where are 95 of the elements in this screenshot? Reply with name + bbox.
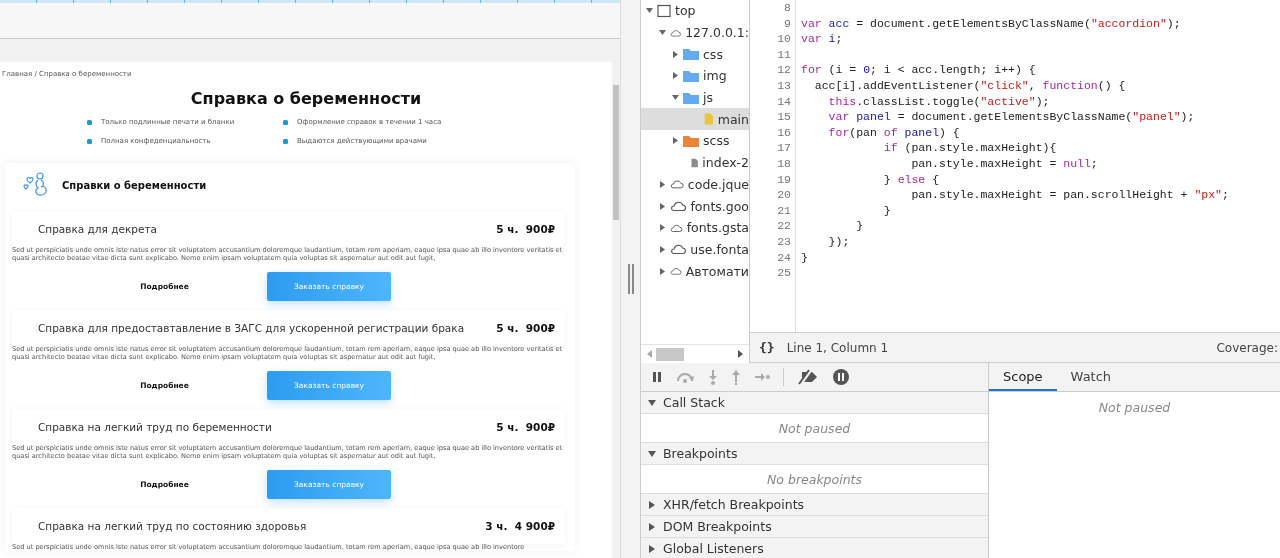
line-number: 9 [783, 15, 792, 32]
expanded-arrow-icon[interactable] [648, 398, 656, 407]
line-number: 24 [776, 249, 792, 266]
line-number: 15 [776, 109, 792, 125]
scrollbar-thumb[interactable] [613, 85, 619, 220]
service-title: Справка для предоставтавление в ЗАГС для ускоренной регистрации брака [38, 322, 465, 334]
line-number: 18 [776, 155, 792, 172]
expanded-arrow-icon[interactable] [645, 7, 653, 15]
code-line: for(pan of panel) { [827, 124, 961, 141]
collapsed-arrow-icon[interactable] [671, 50, 679, 58]
tree-item[interactable]: fonts.gsta [641, 216, 749, 239]
collapsed-arrow-icon[interactable] [671, 72, 679, 80]
collapsed-arrow-icon[interactable] [648, 544, 656, 553]
line-number: 11 [776, 46, 792, 63]
code-line: var panel = document.getElementsByClassName("panel"); [827, 109, 1196, 125]
empty-message: No breakpoints [641, 465, 988, 494]
cloud-icon [670, 242, 687, 257]
collapsed-arrow-icon[interactable] [658, 267, 666, 275]
code-line: if (pan.style.maxHeight){ [882, 140, 1058, 156]
tree-item[interactable]: use.fonta [641, 238, 749, 261]
collapsed-arrow-icon[interactable] [658, 180, 666, 188]
line-number: 20 [776, 187, 792, 203]
line-number: 21 [776, 202, 792, 219]
line-number: 22 [776, 218, 792, 234]
empty-message: Not paused [1097, 400, 1172, 415]
code-line: } [801, 249, 809, 266]
service-row[interactable]: Справка на легкий труд по состоянию здоровья 3 ч. 4 900₽ [12, 508, 565, 544]
section-title: Справки о беременности [62, 179, 207, 191]
service-title: Справка для декрета [38, 223, 157, 235]
code-line: for (i = 0; i < acc.length; i++) { [801, 62, 1037, 78]
service-row[interactable]: Справка для предоставтавление в ЗАГС для ускоренной регистрации брака 5 ч. 900₽ [12, 310, 565, 346]
collapsed-arrow-icon[interactable] [658, 202, 666, 210]
code-line: acc[i].addEventListener("click", function() { [813, 77, 1127, 94]
expanded-arrow-icon[interactable] [671, 94, 679, 102]
code-line: pan.style.maxHeight = null; [910, 155, 1099, 172]
service-row[interactable]: Справка на легкий труд по беременности 5 ч. 900₽ [12, 409, 565, 445]
resize-grip-icon[interactable] [626, 264, 635, 294]
cloud-icon [670, 199, 687, 214]
line-number: 10 [776, 31, 792, 47]
collapsed-arrow-icon[interactable] [648, 500, 656, 509]
page-title: Справка о беременности [189, 89, 423, 108]
tree-item[interactable]: fonts.goo [641, 195, 749, 217]
code-line: } [882, 202, 892, 219]
sidebar-tab[interactable]: Scope [989, 363, 1057, 391]
expanded-arrow-icon[interactable] [658, 29, 666, 37]
line-number: 19 [776, 171, 792, 188]
pause-on-exceptions-icon[interactable] [832, 369, 850, 385]
sidebar-tab[interactable]: Watch [1056, 363, 1126, 391]
cursor-position: Line 1, Column 1 [786, 340, 889, 355]
line-number: 8 [783, 0, 792, 16]
tree-item[interactable]: top [641, 0, 749, 22]
line-number: 12 [776, 62, 792, 78]
expanded-arrow-icon[interactable] [648, 449, 656, 458]
collapsed-arrow-icon[interactable] [648, 522, 656, 531]
service-price: 5 ч. 900₽ [496, 421, 555, 433]
scrollbar[interactable] [612, 62, 620, 558]
pause-icon[interactable] [652, 369, 662, 385]
code-line: }); [827, 233, 851, 250]
tree-item[interactable]: css [641, 43, 749, 66]
coverage-label: Coverage: [1216, 340, 1278, 355]
tree-item[interactable]: scss [641, 130, 749, 152]
code-line: } [855, 218, 865, 234]
service-title: Справка на легкий труд по состоянию здоровья [38, 520, 307, 532]
line-number: 16 [776, 124, 792, 141]
tree-item[interactable]: main [641, 108, 749, 131]
tree-item[interactable]: index-2 [641, 151, 749, 174]
code-line: this.classList.toggle("active"); [827, 93, 1051, 110]
collapsed-arrow-icon[interactable] [671, 137, 679, 145]
service-price: 5 ч. 900₽ [496, 322, 555, 334]
code-line: var i; [801, 31, 844, 47]
line-number: 23 [776, 233, 792, 250]
empty-message: Not paused [641, 414, 988, 443]
scroll-right-icon[interactable] [738, 350, 743, 358]
service-title: Справка на легкий труд по беременности [38, 421, 272, 433]
collapsed-arrow-icon[interactable] [658, 224, 666, 232]
line-number: 13 [776, 77, 792, 94]
tree-item[interactable]: Автомати [641, 260, 749, 282]
collapsed-arrow-icon[interactable] [658, 245, 666, 253]
line-number: 14 [776, 93, 792, 110]
code-line: var acc = document.getElementsByClassName("accordion"); [801, 15, 1182, 32]
tree-item[interactable]: img [641, 65, 749, 87]
frame-icon [657, 3, 671, 18]
code-line: } else { [882, 171, 941, 188]
tree-item[interactable]: code.jque [641, 173, 749, 196]
line-number: 17 [776, 140, 792, 156]
tree-item[interactable]: js [641, 86, 749, 109]
service-price: 5 ч. 900₽ [496, 223, 555, 235]
tree-item[interactable]: 127.0.0.1: [641, 21, 749, 44]
service-price: 3 ч. 4 900₽ [485, 520, 555, 532]
deactivate-breakpoints-icon[interactable] [797, 369, 819, 385]
pretty-print-button[interactable]: {} [759, 340, 775, 355]
code-line: pan.style.maxHeight = pan.scrollHeight + "px"; [910, 187, 1230, 203]
line-number: 25 [776, 265, 792, 281]
scrollbar-thumb[interactable] [656, 347, 684, 361]
service-row[interactable]: Справка для декрета 5 ч. 900₽ [12, 211, 565, 247]
